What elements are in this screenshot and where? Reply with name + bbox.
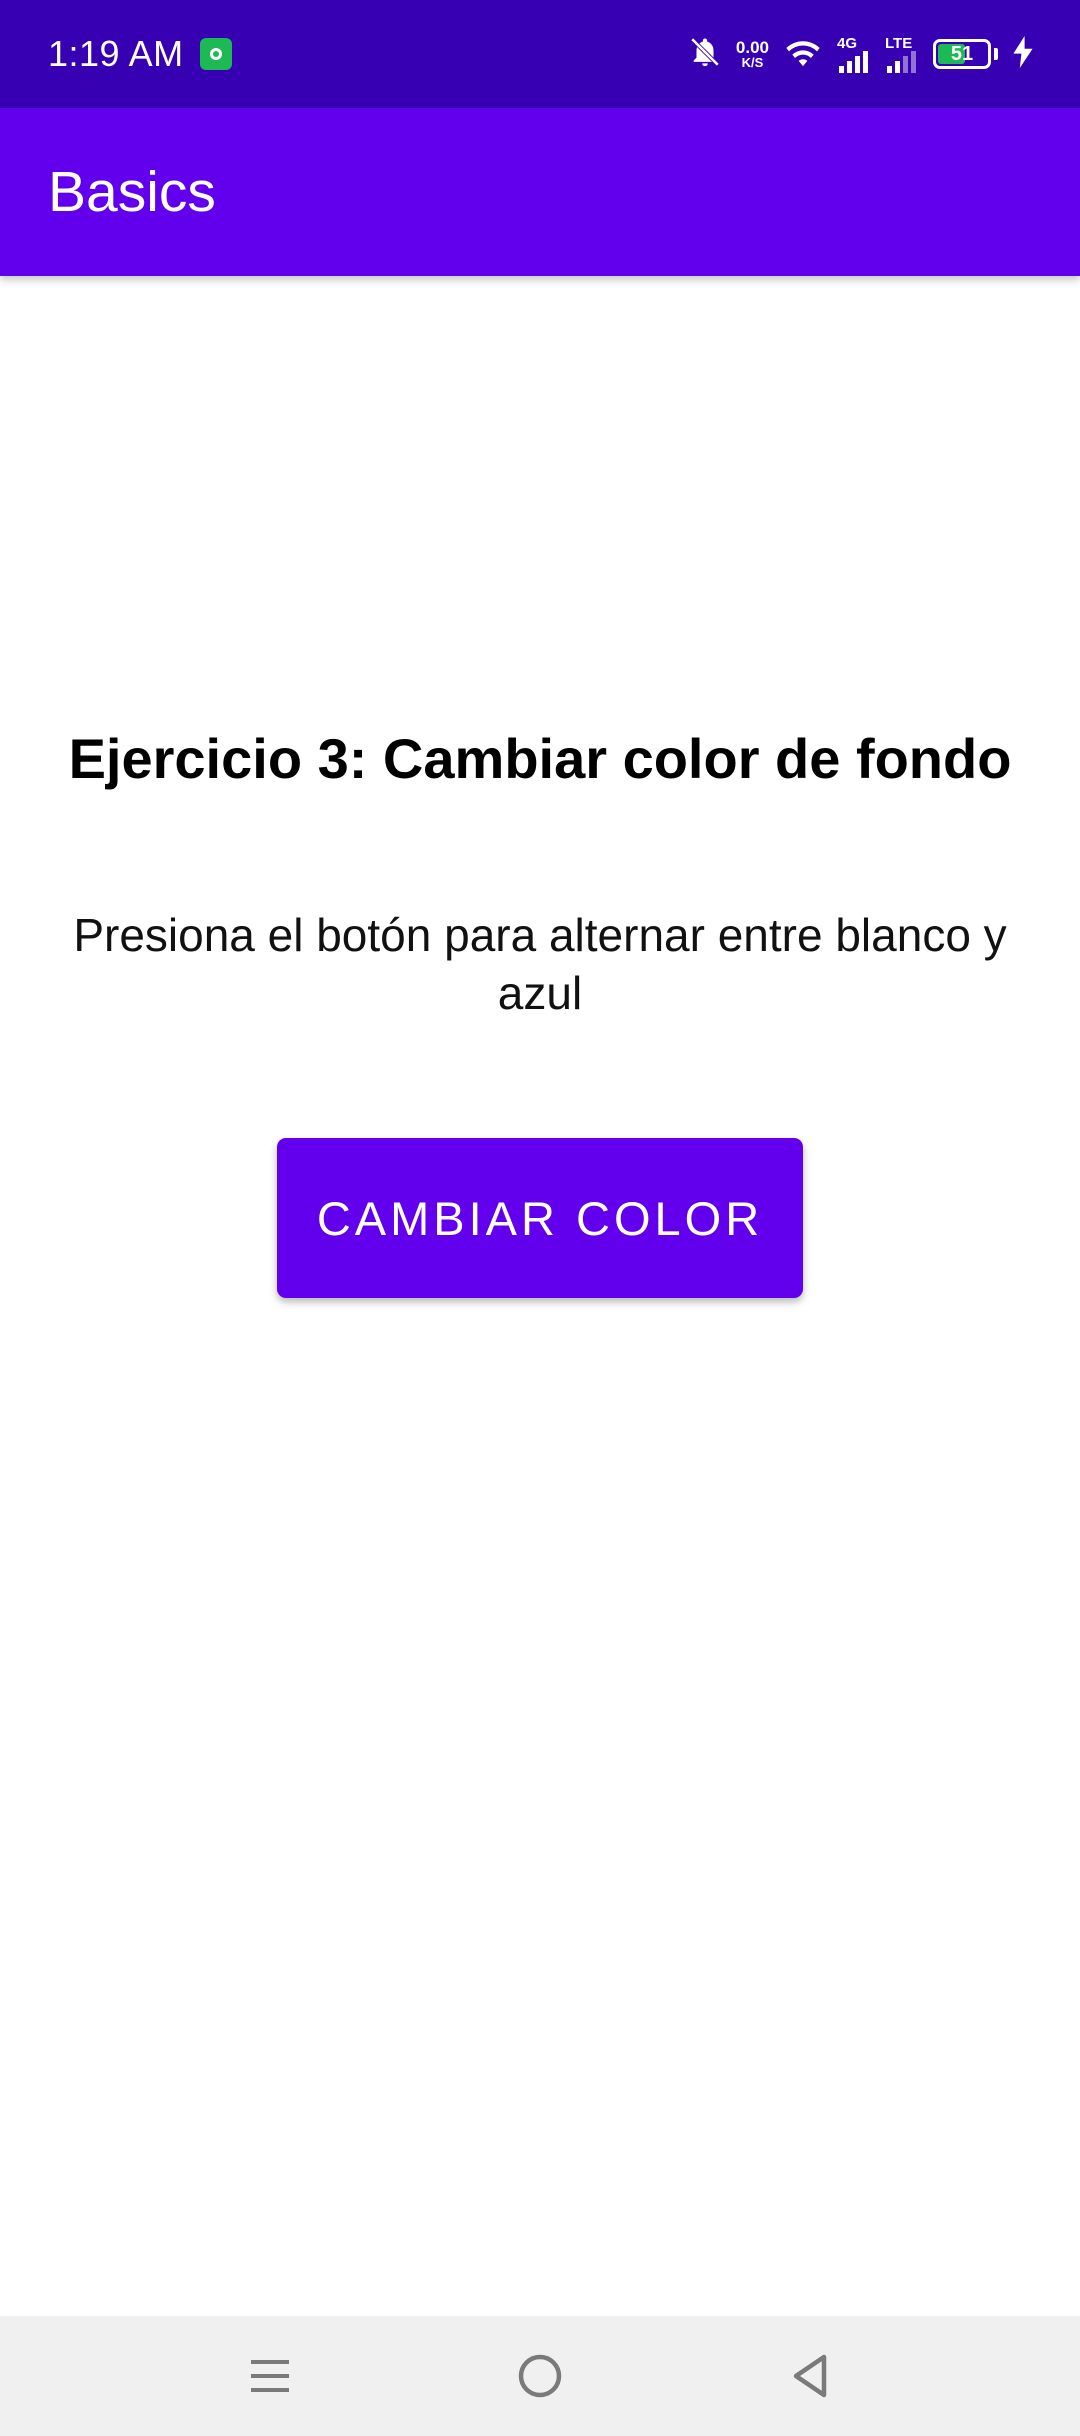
bell-off-icon xyxy=(688,35,722,74)
exercise-description: Presiona el botón para alternar entre bl… xyxy=(73,909,1007,1019)
network-speed: 0.00 K/S xyxy=(736,39,769,69)
app-title: Basics xyxy=(48,160,216,224)
menu-icon xyxy=(251,2360,289,2392)
network-speed-unit: K/S xyxy=(741,55,764,70)
signal-icon xyxy=(839,50,868,73)
nav-recents-button[interactable] xyxy=(210,2316,330,2436)
back-triangle-icon xyxy=(793,2354,827,2398)
nav-back-button[interactable] xyxy=(750,2316,870,2436)
change-color-button[interactable]: CAMBIAR COLOR xyxy=(277,1138,803,1298)
app-screen: 1:19 AM 0.00 K/S 4G LTE 51 Basics Ejerci… xyxy=(0,0,1080,2436)
signal-4g: 4G xyxy=(837,36,871,73)
network-4g-label: 4G xyxy=(837,34,858,52)
system-nav-bar xyxy=(0,2316,1080,2436)
charging-bolt-icon xyxy=(1012,35,1034,73)
signal-icon xyxy=(887,50,916,73)
network-speed-value: 0.00 xyxy=(735,38,769,57)
battery-icon: 51 xyxy=(933,39,991,69)
battery-level: 51 xyxy=(950,42,974,65)
nav-home-button[interactable] xyxy=(480,2316,600,2436)
signal-lte: LTE xyxy=(885,36,919,73)
status-left: 1:19 AM xyxy=(48,33,232,75)
status-time: 1:19 AM xyxy=(48,33,184,74)
battery-cap xyxy=(994,48,998,60)
network-lte-label: LTE xyxy=(885,34,913,52)
app-bar: Basics xyxy=(0,108,1080,276)
status-right: 0.00 K/S 4G LTE 51 xyxy=(688,35,1034,74)
wifi-icon xyxy=(783,35,823,74)
status-bar: 1:19 AM 0.00 K/S 4G LTE 51 xyxy=(0,0,1080,108)
app-notification-icon xyxy=(199,38,232,70)
home-circle-icon xyxy=(518,2354,562,2398)
exercise-heading: Ejercicio 3: Cambiar color de fondo xyxy=(68,727,1012,790)
